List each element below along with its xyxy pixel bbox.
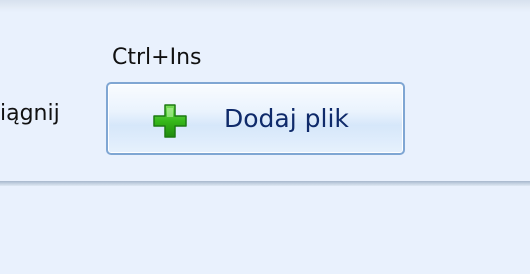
truncated-button-label[interactable]: iągnij — [0, 101, 60, 126]
shortcut-label: Ctrl+Ins — [112, 45, 202, 70]
top-toolbar-divider — [0, 0, 530, 12]
panel-divider — [0, 181, 530, 186]
add-file-button[interactable]: Dodaj plik — [106, 82, 405, 155]
add-file-label: Dodaj plik — [224, 104, 349, 133]
plus-icon — [153, 104, 187, 138]
